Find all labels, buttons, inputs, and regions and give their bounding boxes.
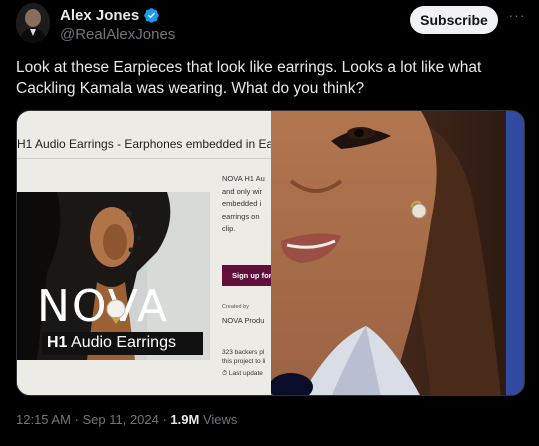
subscribe-button[interactable]: Subscribe: [410, 6, 498, 34]
portrait-photo: [271, 111, 524, 395]
avatar[interactable]: [16, 3, 50, 43]
backers-text: 323 backers pl this project to li: [222, 349, 266, 365]
divider: [17, 158, 271, 159]
tweet-media[interactable]: H1 Audio Earrings - Earphones embedded i…: [16, 110, 525, 396]
last-updated: ⏱ Last update: [222, 370, 263, 377]
verified-badge-icon: [143, 7, 160, 24]
created-by-label: Created by: [222, 304, 249, 310]
media-right-panel: [271, 111, 524, 395]
timestamp[interactable]: 12:15 AM · Sep 11, 2024 ·: [16, 412, 170, 427]
brand-logo: NOVA: [37, 281, 169, 332]
brand-logo-text: NOVA: [37, 281, 170, 332]
product-name: Audio Earrings: [67, 334, 176, 351]
product-subtitle: H1 Audio Earrings: [47, 334, 176, 352]
product-description: NOVA H1 Au and only wir embedded i earri…: [222, 174, 265, 233]
creator-name: NOVA Produ: [222, 316, 265, 325]
more-options-icon[interactable]: ···: [507, 6, 527, 30]
product-page-title: H1 Audio Earrings - Earphones embedded i…: [17, 137, 271, 151]
author-handle[interactable]: @RealAlexJones: [60, 26, 175, 43]
views-label: Views: [199, 412, 238, 427]
views-count: 1.9M: [170, 412, 200, 427]
author-name-row[interactable]: Alex Jones: [60, 7, 160, 24]
last-updated-text: Last update: [228, 370, 263, 377]
tweet-text: Look at these Earpieces that look like e…: [16, 59, 482, 97]
tweet-meta: 12:15 AM · Sep 11, 2024 · 1.9M Views: [16, 412, 237, 427]
media-left-panel: H1 Audio Earrings - Earphones embedded i…: [17, 111, 282, 395]
product-model: H1: [47, 334, 68, 351]
author-display-name[interactable]: Alex Jones: [60, 7, 139, 24]
pearl-earring-icon: [106, 299, 126, 324]
tweet-header: Alex Jones @RealAlexJones Subscribe ···: [0, 0, 539, 52]
